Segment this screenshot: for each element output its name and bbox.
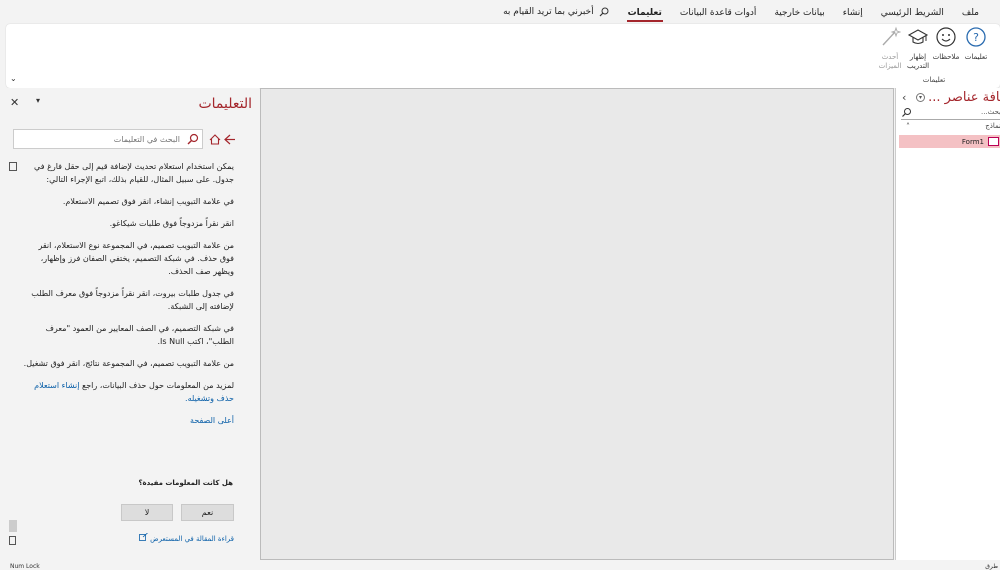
nav-group-header[interactable]: نماذج ˄ — [896, 122, 1000, 133]
open-in-browser-text: قراءة المقالة في المستعرض — [150, 535, 234, 543]
scroll-down-button[interactable] — [9, 536, 16, 545]
ribbon-tabs: ملف الشريط الرئيسي إنشاء بيانات خارجية أ… — [0, 0, 1000, 24]
tab-create[interactable]: إنشاء — [834, 0, 872, 24]
yes-button[interactable]: نعم — [181, 504, 234, 521]
help-more-info: لمزيد من المعلومات حول حذف البيانات، راج… — [22, 379, 234, 405]
smiley-icon — [936, 27, 956, 47]
chevron-up-icon: ˄ — [906, 122, 910, 131]
chevron-left-icon[interactable]: ‹ — [902, 91, 906, 104]
nav-search-input[interactable]: بحث... — [901, 108, 1000, 120]
nav-pane-title[interactable]: كافة عناصر ... — [928, 90, 1000, 105]
training-button[interactable]: إظهار التدريب — [904, 26, 932, 71]
nav-pane-menu-icon[interactable]: ▾ — [916, 93, 925, 102]
arrow-back-icon[interactable] — [224, 134, 236, 145]
close-icon[interactable]: ✕ — [10, 96, 19, 109]
nav-group-label: نماذج — [985, 122, 1000, 130]
help-paragraph: في جدول طلبات بيروت، انقر نقراً مزدوجاً … — [31, 289, 234, 311]
chevron-down-icon[interactable]: ⌄ — [10, 74, 20, 84]
external-link-icon — [139, 532, 148, 541]
training-button-label: إظهار التدريب — [906, 53, 930, 70]
question-circle-icon: ? — [966, 27, 986, 47]
help-pane: التعليمات ▾ ✕ يمكن استخدام استعلام تحديث… — [0, 88, 259, 560]
help-paragraph: من علامة التبويب تصميم، في المجموعة نتائ… — [23, 359, 234, 368]
help-paragraph: من علامة التبويب تصميم، في المجموعة نوع … — [38, 241, 234, 276]
open-in-browser-link[interactable]: قراءة المقالة في المستعرض — [122, 532, 234, 543]
nav-item-form1[interactable]: Form1 — [899, 135, 1000, 148]
search-icon — [599, 7, 609, 17]
tab-help[interactable]: تعليمات — [619, 0, 671, 24]
no-button[interactable]: لا — [121, 504, 173, 521]
tab-file[interactable]: ملف — [953, 0, 988, 24]
form-icon — [988, 137, 999, 146]
ribbon: ? تعليمات ملاحظات إظهار التدريب أحدث الم… — [6, 24, 1000, 88]
graduation-cap-icon — [907, 29, 929, 45]
ribbon-group-help: ? تعليمات ملاحظات إظهار التدريب أحدث الم… — [878, 26, 990, 86]
help-paragraph: انقر نقراً مزدوجاً فوق طلبات شيكاغو. — [109, 219, 234, 228]
tab-database-tools[interactable]: أدوات قاعدة البيانات — [671, 0, 766, 24]
nav-item-label: Form1 — [961, 137, 984, 146]
search-icon[interactable] — [187, 133, 199, 145]
scroll-up-button[interactable] — [9, 162, 17, 171]
feedback-button-label: ملاحظات — [932, 53, 960, 61]
back-to-top-link[interactable]: أعلى الصفحة — [190, 416, 234, 425]
tab-external-data[interactable]: بيانات خارجية — [765, 0, 833, 24]
svg-text:?: ? — [973, 31, 979, 44]
help-button[interactable]: ? تعليمات — [962, 26, 990, 62]
navigation-pane: كافة عناصر ... ▾ ‹ بحث... نماذج ˄ Form1 — [895, 88, 1000, 560]
help-paragraph: يمكن استخدام استعلام تحديث لإضافة قيم إل… — [34, 162, 234, 184]
ribbon-group-label: تعليمات — [922, 76, 946, 84]
help-article: يمكن استخدام استعلام تحديث لإضافة قيم إل… — [22, 160, 234, 436]
scrollbar-thumb[interactable] — [9, 520, 17, 532]
help-search-input[interactable] — [13, 129, 203, 149]
tab-home[interactable]: الشريط الرئيسي — [872, 0, 953, 24]
chevron-down-icon[interactable]: ▾ — [36, 96, 40, 105]
helpful-question: هل كانت المعلومات مفيدة؟ — [138, 479, 233, 487]
more-info-text: لمزيد من المعلومات حول حذف البيانات، راج… — [79, 381, 234, 390]
feedback-button[interactable]: ملاحظات — [932, 26, 960, 62]
view-indicator: طرق — [985, 563, 998, 570]
magic-wand-icon — [882, 26, 902, 46]
help-pane-title: التعليمات — [198, 96, 252, 112]
status-bar: Num Lock طرق — [0, 560, 1000, 570]
whats-new-button-label: أحدث الميزات — [878, 53, 902, 70]
whats-new-button[interactable]: أحدث الميزات — [876, 26, 904, 71]
help-paragraph: في علامة التبويب إنشاء، انقر فوق تصميم ا… — [62, 197, 234, 206]
num-lock-indicator: Num Lock — [10, 563, 40, 570]
help-paragraph: في شبكة التصميم، في الصف المعايير من الع… — [45, 324, 234, 346]
tell-me-text: أخبرني بما تريد القيام به — [503, 7, 594, 17]
help-button-label: تعليمات — [964, 53, 988, 61]
tell-me-box[interactable]: أخبرني بما تريد القيام به — [503, 7, 619, 17]
document-area — [260, 88, 894, 560]
home-icon[interactable] — [209, 134, 221, 145]
